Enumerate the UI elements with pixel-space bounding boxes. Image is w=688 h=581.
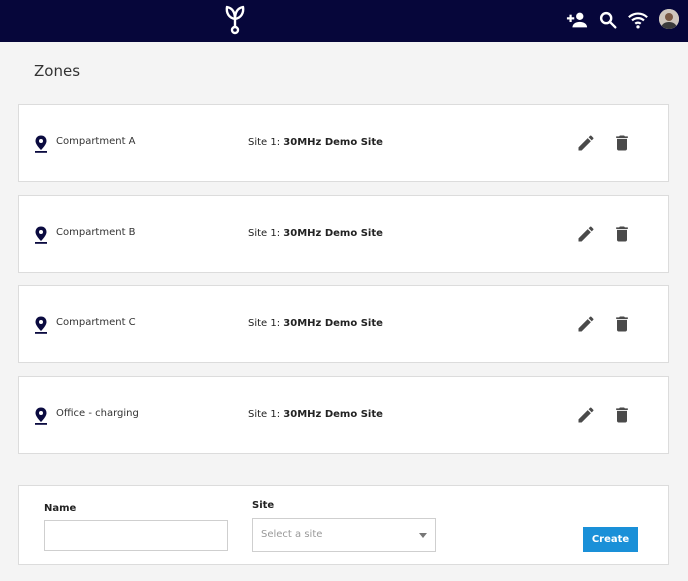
add-user-icon[interactable] [566,9,588,31]
zone-site-prefix: Site 1: [248,228,281,239]
zone-name: Office - charging [56,408,139,419]
location-pin-icon [33,226,49,244]
location-pin-icon [33,316,49,334]
zone-site-name: 30MHz Demo Site [283,318,383,329]
trash-icon [616,226,628,242]
search-icon[interactable] [597,9,619,31]
site-label: Site [252,500,275,511]
name-input[interactable] [44,520,228,551]
zone-site: Site 1: 30MHz Demo Site [248,137,383,148]
site-select-placeholder: Select a site [261,529,323,540]
edit-zone-button[interactable] [576,405,596,425]
zone-site-name: 30MHz Demo Site [283,228,383,239]
create-button[interactable]: Create [583,527,638,552]
delete-zone-button[interactable] [612,133,632,153]
pencil-icon [578,226,594,242]
zone-site-name: 30MHz Demo Site [283,137,383,148]
top-navigation-bar [0,0,688,42]
chevron-down-icon [419,533,427,538]
location-pin-icon [33,407,49,425]
trash-icon [616,135,628,151]
new-zone-form: Name Site Select a site Create [18,485,669,565]
trash-icon [616,316,628,332]
zone-site-prefix: Site 1: [248,137,281,148]
zone-site: Site 1: 30MHz Demo Site [248,318,383,329]
name-label: Name [44,503,77,514]
edit-zone-button[interactable] [576,314,596,334]
wifi-icon[interactable] [627,9,649,31]
sprout-logo-icon[interactable] [222,3,248,35]
delete-zone-button[interactable] [612,224,632,244]
zone-site-name: 30MHz Demo Site [283,409,383,420]
user-avatar[interactable] [659,9,679,29]
zone-name: Compartment B [56,227,136,238]
zone-site: Site 1: 30MHz Demo Site [248,409,383,420]
zone-site: Site 1: 30MHz Demo Site [248,228,383,239]
zone-name: Compartment A [56,136,136,147]
edit-zone-button[interactable] [576,224,596,244]
zone-site-prefix: Site 1: [248,318,281,329]
pencil-icon [578,316,594,332]
trash-icon [616,407,628,423]
zone-site-prefix: Site 1: [248,409,281,420]
pencil-icon [578,407,594,423]
zone-card: Compartment A Site 1: 30MHz Demo Site [18,104,669,182]
zone-card: Compartment B Site 1: 30MHz Demo Site [18,195,669,273]
location-pin-icon [33,135,49,153]
delete-zone-button[interactable] [612,405,632,425]
page-title: Zones [34,62,81,80]
delete-zone-button[interactable] [612,314,632,334]
pencil-icon [578,135,594,151]
site-select[interactable]: Select a site [252,518,436,552]
zone-card: Compartment C Site 1: 30MHz Demo Site [18,285,669,363]
zone-card: Office - charging Site 1: 30MHz Demo Sit… [18,376,669,454]
edit-zone-button[interactable] [576,133,596,153]
zone-name: Compartment C [56,317,136,328]
